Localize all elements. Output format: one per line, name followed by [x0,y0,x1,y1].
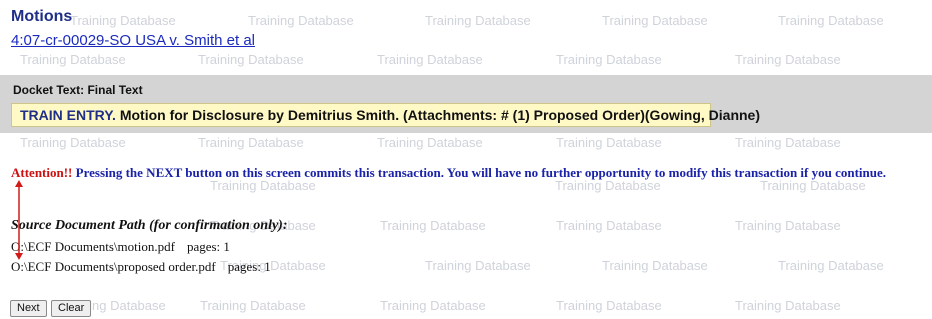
clear-button[interactable]: Clear [51,300,92,317]
page-title: Motions [11,8,73,25]
docket-entry-box: TRAIN ENTRY. Motion for Disclosure by De… [11,103,760,127]
train-entry-prefix: TRAIN ENTRY. [20,107,116,123]
source-file-line: O:\ECF Documents\motion.pdf pages: 1 [11,239,230,255]
attention-text: Pressing the NEXT button on this screen … [72,165,887,180]
file-path: O:\ECF Documents\motion.pdf [11,239,175,254]
file-pages: pages: 1 [227,259,271,274]
source-file-line: O:\ECF Documents\proposed order.pdf pages… [11,259,271,275]
source-document-label: Source Document Path (for confirmation o… [11,218,288,233]
docket-entry-text: Motion for Disclosure by Demitrius Smith… [115,107,760,123]
next-button[interactable]: Next [10,300,47,317]
case-link[interactable]: 4:07-cr-00029-SO USA v. Smith et al [11,32,255,49]
file-pages: pages: 1 [186,239,230,254]
motion-confirmation-page: Motions 4:07-cr-00029-SO USA v. Smith et… [0,0,932,319]
double-arrow-icon [15,180,23,260]
file-path: O:\ECF Documents\proposed order.pdf [11,259,216,274]
docket-text-label: Docket Text: Final Text [13,83,143,97]
attention-message: Attention!! Pressing the NEXT button on … [11,165,886,181]
attention-word: Attention!! [11,165,73,180]
